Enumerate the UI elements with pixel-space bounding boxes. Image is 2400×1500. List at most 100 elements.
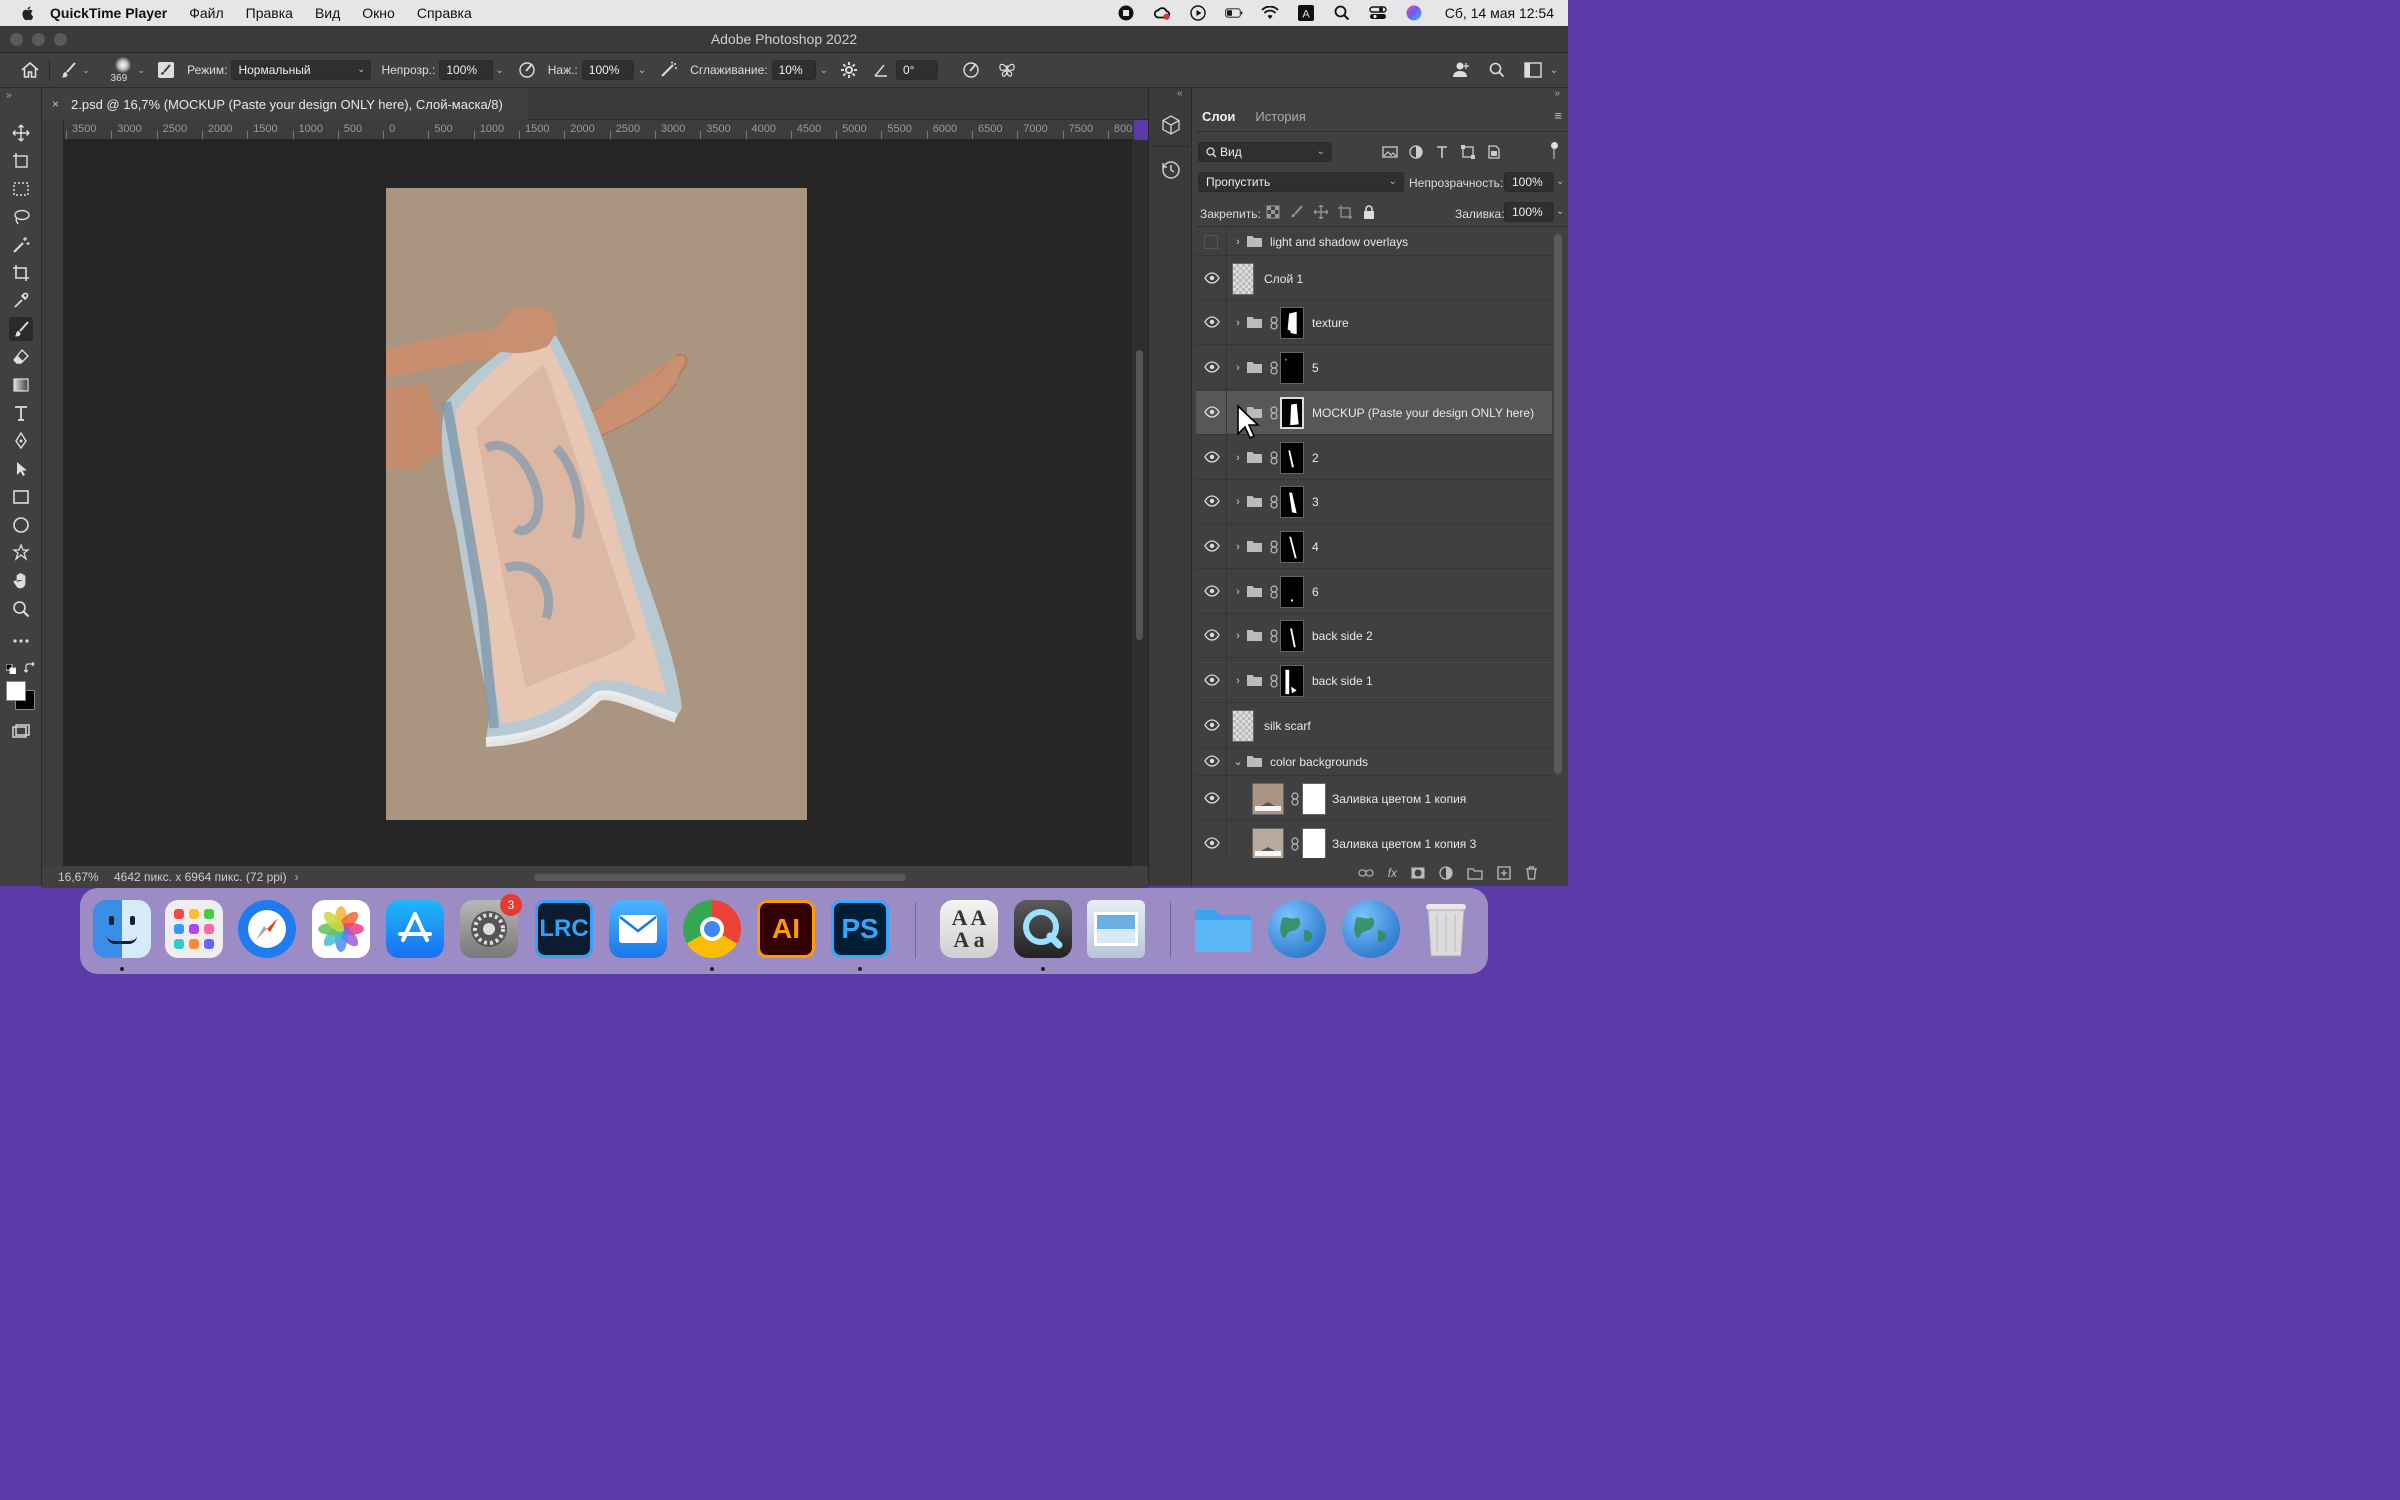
mode-select[interactable]: Нормальный ⌄ (231, 60, 372, 80)
minimize-window-button[interactable] (32, 33, 45, 46)
layer-mask-thumbnail[interactable] (1280, 620, 1304, 653)
chevron-right-icon[interactable]: › (1232, 407, 1244, 419)
launchpad-icon[interactable] (165, 900, 223, 958)
smoothing-input[interactable]: 10% (771, 60, 816, 80)
layer-row[interactable]: Заливка цветом 1 копия 3 (1196, 821, 1552, 858)
layer-fill-input[interactable]: 100% (1504, 202, 1554, 222)
photoshop-icon[interactable]: PS (831, 900, 889, 958)
layer-visibility-eye-icon[interactable] (1204, 450, 1220, 465)
chevron-down-icon[interactable]: ⌄ (1550, 65, 1558, 76)
layer-effects-fx-icon[interactable]: fx (1388, 866, 1397, 880)
lock-position-icon[interactable] (1314, 205, 1328, 219)
crop-tool-icon[interactable] (9, 261, 33, 285)
mail-icon[interactable] (609, 900, 667, 958)
eraser-tool-icon[interactable] (9, 345, 33, 369)
lock-artboard-icon[interactable] (1338, 205, 1352, 219)
creative-cloud-icon[interactable] (1153, 5, 1171, 21)
chevron-right-icon[interactable]: › (1232, 541, 1244, 553)
lock-transparent-pixels-icon[interactable] (1266, 205, 1280, 219)
layer-mask-thumbnail[interactable] (1280, 441, 1304, 474)
marquee-tool-icon[interactable] (9, 177, 33, 201)
layer-mask-thumbnail[interactable] (1280, 307, 1304, 340)
chevron-down-icon[interactable]: ⌄ (1556, 206, 1564, 217)
lock-all-icon[interactable] (1362, 205, 1376, 219)
menu-help[interactable]: Справка (417, 5, 472, 21)
brush-preset-icon[interactable] (58, 59, 80, 81)
chevron-down-icon[interactable]: ⌄ (495, 65, 503, 76)
lightroom-icon[interactable]: LRC (535, 900, 593, 958)
stop-recording-icon[interactable] (1117, 5, 1135, 21)
magic-wand-tool-icon[interactable] (9, 233, 33, 257)
layer-mask-thumbnail[interactable] (1280, 396, 1304, 429)
move-tool-icon[interactable] (9, 121, 33, 145)
filter-pixel-layers-icon[interactable] (1382, 144, 1398, 160)
layer-name[interactable]: back side 1 (1312, 674, 1373, 688)
filter-type-layers-icon[interactable] (1434, 144, 1450, 160)
mask-link-icon[interactable] (1269, 495, 1279, 509)
layer-row[interactable]: › back side 2 (1196, 614, 1552, 659)
battery-icon[interactable] (1224, 5, 1243, 21)
search-icon[interactable] (1486, 59, 1508, 81)
vertical-scroll-thumb[interactable] (1136, 350, 1143, 640)
clock[interactable]: Сб, 14 мая 12:54 (1445, 5, 1554, 21)
blend-mode-select[interactable]: Пропустить ⌄ (1198, 172, 1404, 192)
chrome-icon[interactable] (683, 900, 741, 958)
photos-icon[interactable] (312, 900, 370, 958)
control-center-icon[interactable] (1369, 5, 1387, 21)
layer-mask-thumbnail[interactable] (1280, 352, 1304, 385)
chevron-right-icon[interactable]: › (1232, 452, 1244, 464)
finder-icon[interactable] (93, 900, 151, 958)
input-source-icon[interactable]: A (1297, 5, 1315, 21)
font-book-icon[interactable]: A AA a (940, 900, 998, 958)
wifi-icon[interactable] (1261, 5, 1279, 21)
tab-layers[interactable]: Слои (1192, 104, 1245, 130)
3d-cube-icon[interactable] (1160, 114, 1182, 136)
mask-link-icon[interactable] (1269, 406, 1279, 420)
quick-mask-icon[interactable] (9, 720, 33, 744)
new-group-folder-icon[interactable] (1467, 867, 1483, 880)
menu-file[interactable]: Файл (189, 5, 223, 21)
layer-mask-thumbnail[interactable] (1302, 827, 1326, 858)
mask-link-icon[interactable] (1290, 837, 1300, 851)
rectangle-tool-icon[interactable] (9, 485, 33, 509)
layer-visibility-toggle[interactable] (1204, 235, 1218, 249)
layer-visibility-eye-icon[interactable] (1204, 272, 1220, 286)
zoom-window-button[interactable] (54, 33, 67, 46)
path-selection-tool-icon[interactable] (9, 457, 33, 481)
layer-visibility-eye-icon[interactable] (1204, 674, 1220, 688)
layer-row[interactable]: › 6 (1196, 569, 1552, 614)
eyedropper-tool-icon[interactable] (9, 289, 33, 313)
brush-tool-icon[interactable] (9, 317, 33, 341)
apple-icon[interactable] (20, 5, 36, 21)
panel-menu-icon[interactable]: ≡ (1554, 108, 1562, 123)
status-menu-arrow-icon[interactable]: › (295, 870, 299, 884)
mask-link-icon[interactable] (1269, 674, 1279, 688)
mask-link-icon[interactable] (1269, 540, 1279, 554)
vertical-scrollbar[interactable] (1132, 140, 1148, 866)
chevron-down-icon[interactable]: ⌄ (638, 65, 646, 76)
layer-row[interactable]: › MOCKUP (Paste your design ONLY here) (1196, 390, 1552, 435)
canvas-area[interactable] (64, 140, 1132, 866)
document-tab[interactable]: × 2.psd @ 16,7% (MOCKUP (Paste your desi… (42, 88, 528, 120)
lasso-tool-icon[interactable] (9, 205, 33, 229)
share-user-icon[interactable] (1450, 59, 1472, 81)
collapse-arrows-icon[interactable]: » (1554, 88, 1560, 99)
layer-visibility-eye-icon[interactable] (1204, 584, 1220, 599)
siri-icon[interactable] (1405, 5, 1423, 21)
trash-icon[interactable] (1417, 900, 1475, 958)
mask-link-icon[interactable] (1290, 792, 1300, 806)
link-layers-icon[interactable] (1358, 868, 1374, 878)
app-store-icon[interactable] (386, 900, 444, 958)
layer-mask-thumbnail[interactable] (1280, 665, 1304, 697)
layer-row[interactable]: › 3 (1196, 480, 1552, 525)
globe-icon[interactable] (1268, 900, 1326, 958)
quicktime-icon[interactable] (1014, 900, 1072, 958)
layer-row[interactable]: › 5 (1196, 346, 1552, 391)
gradient-tool-icon[interactable] (9, 373, 33, 397)
smoothing-options-gear-icon[interactable] (838, 59, 860, 81)
layer-mask-thumbnail[interactable] (1280, 486, 1304, 519)
more-tools-icon[interactable] (9, 629, 33, 653)
add-mask-icon[interactable] (1411, 867, 1425, 879)
chevron-right-icon[interactable]: › (1232, 362, 1244, 374)
filter-smart-objects-icon[interactable] (1486, 144, 1502, 160)
